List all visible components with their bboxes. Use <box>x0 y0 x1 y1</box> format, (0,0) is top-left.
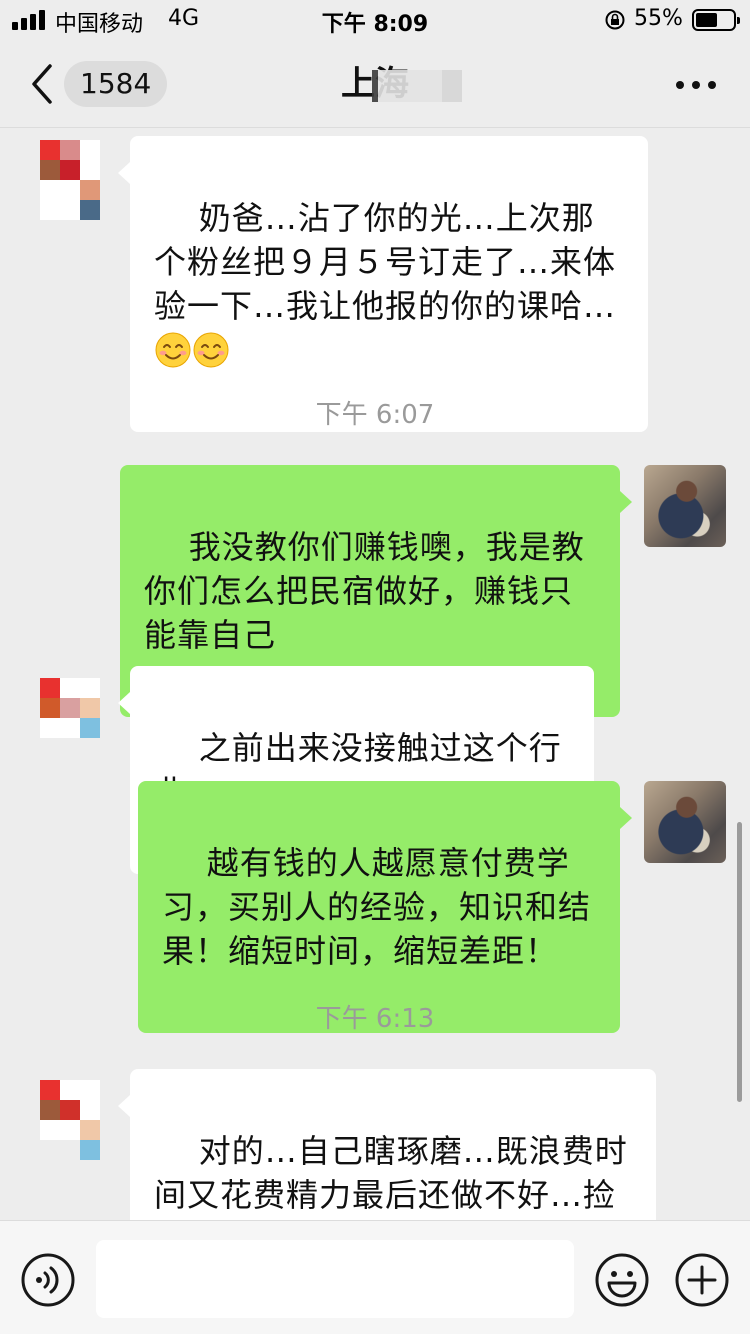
more-icon[interactable] <box>676 81 716 91</box>
battery-percent: 55% <box>634 6 683 31</box>
input-bar <box>0 1220 750 1334</box>
rotation-lock-icon <box>605 10 625 30</box>
chat-header: 1584 上海 <box>0 40 750 128</box>
scrollbar[interactable] <box>737 822 742 1102</box>
my-avatar[interactable] <box>644 781 726 863</box>
message-bubble-incoming[interactable]: 对的…自己瞎琢磨…既浪费时间又花费精力最后还做不好…捡了芝麻丢了西瓜 <box>118 1069 656 1220</box>
message-text: 我没教你们赚钱噢，我是教你们怎么把民宿做好，赚钱只能靠自己 <box>144 528 585 654</box>
message-bubble-incoming[interactable]: 奶爸…沾了你的光…上次那个粉丝把９月５号订走了…来体验一下…我让他报的你的课哈… <box>118 136 648 432</box>
smile-emoji-icon <box>154 331 192 369</box>
message-text: 越有钱的人越愿意付费学习，买别人的经验，知识和结果！缩短时间，缩短差距！ <box>162 844 592 970</box>
message-input[interactable] <box>96 1240 574 1318</box>
sticker-icon[interactable] <box>594 1252 650 1308</box>
contact-avatar[interactable] <box>40 140 110 220</box>
message-text: 对的…自己瞎琢磨…既浪费时间又花费精力最后还做不好…捡了芝麻丢了西瓜 <box>154 1132 628 1214</box>
battery-icon <box>692 9 740 31</box>
contact-avatar[interactable] <box>40 1080 110 1160</box>
voice-icon[interactable] <box>20 1252 76 1308</box>
plus-icon[interactable] <box>674 1252 730 1308</box>
title-redaction <box>372 70 462 102</box>
my-avatar[interactable] <box>644 465 726 547</box>
message-bubble-outgoing[interactable]: 越有钱的人越愿意付费学习，买别人的经验，知识和结果！缩短时间，缩短差距！ <box>138 781 632 1033</box>
message-list[interactable]: 奶爸…沾了你的光…上次那个粉丝把９月５号订走了…来体验一下…我让他报的你的课哈…… <box>0 128 750 1220</box>
timestamp: 下午 6:07 <box>315 400 435 430</box>
contact-avatar[interactable] <box>40 666 110 746</box>
smile-emoji-icon <box>192 331 230 369</box>
message-text: 奶爸…沾了你的光…上次那个粉丝把９月５号订走了…来体验一下…我让他报的你的课哈… <box>154 199 617 325</box>
timestamp: 下午 6:13 <box>315 1004 435 1034</box>
status-bar: 中国移动 4G 下午 8:09 55% <box>0 0 750 40</box>
